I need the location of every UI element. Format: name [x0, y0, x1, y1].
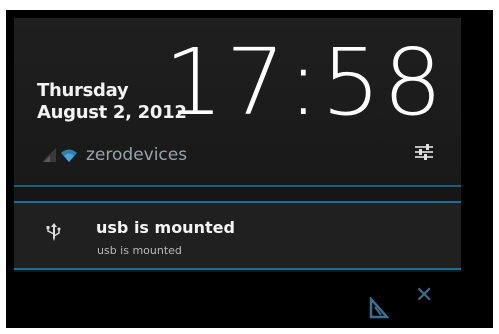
clear-all-icon[interactable] — [369, 297, 389, 319]
wifi-icon — [61, 149, 77, 162]
header-divider — [14, 185, 461, 187]
close-icon[interactable]: ✕ — [415, 285, 433, 307]
notification-title: usb is mounted — [96, 218, 235, 237]
notification-text: usb is mounted — [97, 244, 182, 257]
settings-sliders-icon[interactable] — [413, 141, 435, 163]
carrier-name: zerodevices — [86, 145, 188, 165]
notification-bottom-divider — [14, 268, 461, 270]
notification-item[interactable] — [14, 203, 461, 268]
network-status: zerodevices — [42, 144, 187, 166]
clock[interactable]: 17:58 — [164, 33, 445, 133]
usb-icon — [46, 223, 61, 241]
signal-icon — [42, 148, 56, 162]
